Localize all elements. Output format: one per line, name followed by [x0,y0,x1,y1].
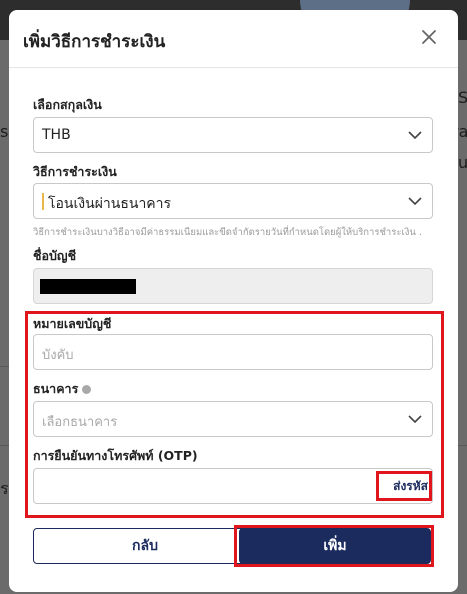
bank-placeholder: เลือกธนาคาร [42,415,118,430]
chevron-down-icon [408,414,422,424]
payment-method-select[interactable]: โอนเงินผ่านธนาคาร [33,183,433,219]
background-text: u [458,153,467,172]
account-name-label: ชื่อบัญชี [33,248,77,263]
close-button[interactable] [418,26,440,48]
currency-label: เลือกสกุลเงิน [33,97,102,112]
account-number-placeholder: บังคับ [42,348,74,363]
background-text: ร [0,479,9,498]
send-code-button[interactable]: ส่งรหัส [393,477,428,496]
chevron-down-icon [408,196,422,206]
otp-input[interactable]: ส่งรหัส [33,468,433,504]
back-button[interactable]: กลับ [33,528,257,564]
modal-title: เพิ่มวิธีการชำระเงิน [23,32,166,52]
currency-value: THB [42,127,71,143]
account-number-label: หมายเลขบัญชี [33,316,112,331]
account-name-field [33,268,433,304]
chevron-down-icon [408,130,422,140]
modal-header: เพิ่มวิธีการชำระเงิน [9,10,458,68]
bank-select[interactable]: เลือกธนาคาร [33,401,433,437]
redacted-account-name [40,279,136,294]
text-caret [42,193,44,210]
close-icon [422,30,436,44]
add-button[interactable]: เพิ่ม [239,528,431,564]
info-icon[interactable] [82,385,92,394]
bank-label-text: ธนาคาร [33,381,79,396]
add-payment-method-modal: เพิ่มวิธีการชำระเงิน เลือกสกุลเงิน THB ว… [9,10,458,592]
otp-label: การยืนยันทางโทรศัพท์ (OTP) [33,448,198,463]
account-number-input[interactable]: บังคับ [33,334,433,370]
payment-method-label: วิธีการชำระเงิน [33,164,117,179]
payment-method-value: โอนเงินผ่านธนาคาร [48,196,172,212]
background-text: S [458,88,467,107]
background-text: s [0,122,9,141]
payment-method-help-text: วิธีการชำระเงินบางวิธีอาจมีค่าธรรมเนียมแ… [33,227,422,238]
currency-select[interactable]: THB [33,117,433,153]
bank-label: ธนาคาร [33,379,92,399]
